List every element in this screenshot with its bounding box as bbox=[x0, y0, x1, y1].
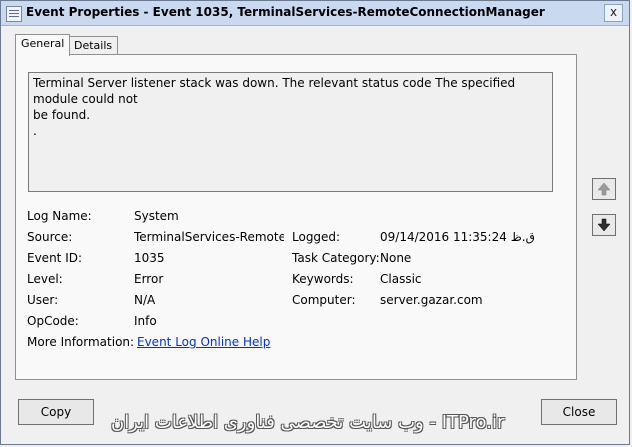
level-value: Error bbox=[134, 272, 164, 286]
title-bar[interactable]: Event Properties - Event 1035, TerminalS… bbox=[1, 1, 629, 26]
task-category-label: Task Category: bbox=[292, 251, 380, 265]
more-information-label: More Information: bbox=[27, 335, 135, 349]
level-label: Level: bbox=[27, 272, 63, 286]
event-id-value: 1035 bbox=[134, 251, 165, 265]
logged-value: 09/14/2016 11:35:24 ق.ظ bbox=[380, 230, 535, 244]
next-event-button[interactable] bbox=[592, 214, 616, 236]
opcode-value: Info bbox=[134, 314, 157, 328]
event-viewer-icon bbox=[6, 6, 22, 22]
event-description-box[interactable]: Terminal Server listener stack was down.… bbox=[28, 72, 553, 192]
description-line-2: be found. bbox=[33, 108, 91, 122]
tab-general[interactable]: General bbox=[15, 34, 71, 56]
user-label: User: bbox=[27, 293, 59, 307]
event-id-label: Event ID: bbox=[27, 251, 83, 265]
source-label: Source: bbox=[27, 230, 73, 244]
close-window-button[interactable]: x bbox=[604, 4, 623, 22]
event-log-online-help-link[interactable]: Event Log Online Help bbox=[137, 335, 270, 349]
keywords-value: Classic bbox=[380, 272, 422, 286]
log-name-value: System bbox=[134, 209, 179, 223]
window-title: Event Properties - Event 1035, TerminalS… bbox=[26, 5, 545, 19]
source-value: TerminalServices-RemoteCo bbox=[134, 230, 284, 244]
previous-event-button[interactable] bbox=[592, 178, 616, 200]
log-name-label: Log Name: bbox=[27, 209, 92, 223]
computer-value: server.gazar.com bbox=[380, 293, 483, 307]
event-properties-window: Event Properties - Event 1035, TerminalS… bbox=[0, 0, 630, 445]
opcode-label: OpCode: bbox=[27, 314, 79, 328]
logged-label: Logged: bbox=[292, 230, 341, 244]
close-button[interactable]: Close bbox=[541, 399, 617, 425]
keywords-label: Keywords: bbox=[292, 272, 354, 286]
computer-label: Computer: bbox=[292, 293, 356, 307]
task-category-value: None bbox=[380, 251, 412, 265]
watermark-text: ITPro.ir - وب سایت تخصصی فناوری اطلاعات … bbox=[111, 412, 505, 433]
up-arrow-icon bbox=[597, 182, 611, 196]
description-line-1: Terminal Server listener stack was down.… bbox=[33, 76, 516, 106]
user-value: N/A bbox=[134, 293, 156, 307]
tab-details[interactable]: Details bbox=[68, 36, 119, 56]
description-line-3: . bbox=[33, 124, 37, 138]
copy-button[interactable]: Copy bbox=[18, 399, 94, 425]
down-arrow-icon bbox=[597, 218, 611, 232]
